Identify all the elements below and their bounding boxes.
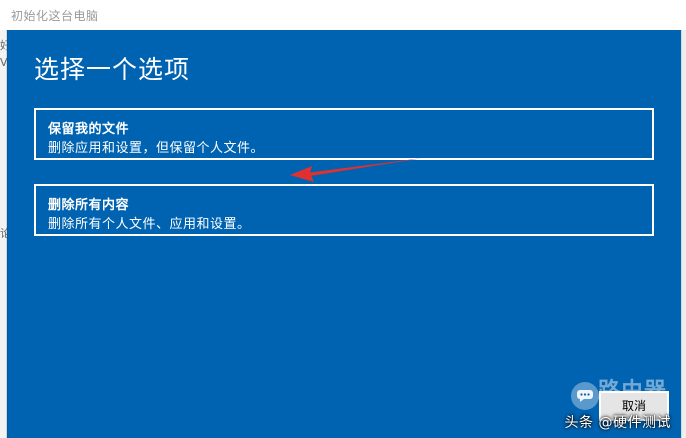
arrow-shaft [304, 158, 423, 177]
option-remove-everything[interactable]: 删除所有内容 删除所有个人文件、应用和设置。 [34, 184, 654, 236]
reset-options-panel: 选择一个选项 保留我的文件 删除应用和设置，但保留个人文件。 删除所有内容 删除… [7, 30, 682, 438]
option-keep-files[interactable]: 保留我的文件 删除应用和设置，但保留个人文件。 [34, 108, 654, 160]
reset-pc-window: 初始化这台电脑 好 V 论 选择一个选项 保留我的文件 删除应用和设置，但保留个… [0, 0, 686, 438]
watermark-tag: 头条 @硬件测试 [564, 415, 671, 431]
right-window-edge [681, 30, 686, 438]
background-window-strip: 好 V 论 [0, 30, 11, 438]
option-title: 保留我的文件 [48, 122, 130, 137]
annotation-arrow [290, 158, 423, 182]
arrow-head [290, 166, 314, 182]
option-title: 删除所有内容 [48, 198, 130, 213]
option-description: 删除应用和设置，但保留个人文件。 [48, 141, 265, 156]
page-title: 选择一个选项 [34, 55, 191, 84]
window-title: 初始化这台电脑 [11, 9, 99, 23]
title-bar: 初始化这台电脑 [0, 0, 686, 31]
chat-bubble-icon [571, 382, 599, 410]
option-description: 删除所有个人文件、应用和设置。 [48, 217, 251, 232]
chat-bubble-glyph [577, 390, 593, 402]
